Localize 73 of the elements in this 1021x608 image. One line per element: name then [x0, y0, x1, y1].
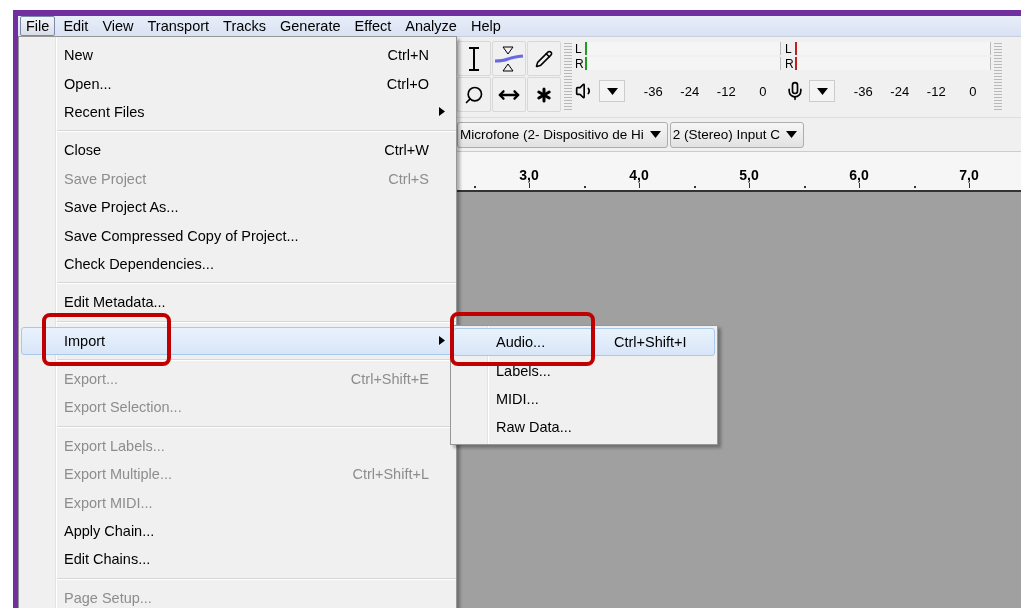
dropdown-arrow-icon [816, 87, 828, 95]
dropdown-arrow-icon [786, 131, 798, 138]
meter-menu-button[interactable] [809, 80, 835, 102]
multi-tool-button[interactable] [527, 77, 561, 112]
menu-item[interactable]: Close Ctrl+W [21, 136, 454, 165]
ruler-tick [804, 186, 806, 188]
toolbar-grip[interactable] [994, 41, 1002, 111]
menu-title[interactable]: Help [464, 16, 507, 36]
menu-title[interactable]: Generate [274, 16, 347, 36]
text-cursor-icon [468, 46, 480, 71]
envelope-icon [494, 44, 524, 73]
menu-item[interactable]: Recent Files [21, 97, 454, 127]
menu-item[interactable]: Apply Chain... [21, 516, 454, 546]
menu-title[interactable]: Edit [57, 16, 95, 36]
selection-tool-button[interactable] [457, 41, 491, 76]
meter-scale-label: -12 [925, 83, 947, 99]
ruler-label: 3,0 [519, 167, 539, 183]
submenu-arrow-icon [439, 107, 445, 117]
menu-title[interactable]: Analyze [399, 16, 463, 36]
channel-label: R [575, 56, 585, 71]
menu-item[interactable]: Audio... Ctrl+Shift+I [453, 328, 715, 357]
time-shift-tool-button[interactable] [492, 77, 526, 112]
menu-title[interactable]: File [20, 16, 56, 36]
ruler-label: 7,0 [959, 167, 979, 183]
pencil-icon [535, 49, 553, 68]
menu-item[interactable]: Labels... [453, 356, 715, 385]
ruler-tick [694, 186, 696, 188]
ruler-tick [858, 183, 860, 188]
device-dropdown[interactable]: 2 (Stereo) Input C [669, 121, 805, 148]
menu-title[interactable]: View [96, 16, 140, 36]
menu-item[interactable]: Raw Data... [453, 413, 715, 442]
channel-label: L [785, 41, 793, 56]
toolbar-grip[interactable] [564, 41, 572, 111]
zoom-tool-button[interactable] [457, 77, 491, 112]
menu-item[interactable]: Edit Chains... [21, 545, 454, 574]
meter-scale-label: -24 [679, 83, 701, 99]
meter-scale-label: -12 [715, 83, 737, 99]
channel-label: R [785, 56, 795, 71]
ruler-tick [474, 186, 476, 188]
menu-title[interactable]: Tracks [217, 16, 273, 36]
meter-scale-label: -36 [852, 83, 874, 99]
dropdown-arrow-icon [606, 87, 618, 95]
meter-scale-label: 0 [968, 83, 978, 99]
ruler-tick [528, 183, 530, 188]
submenu-arrow-icon [439, 336, 445, 346]
menu-title[interactable]: Transport [141, 16, 216, 36]
menu-item[interactable]: MIDI... [453, 384, 715, 414]
ruler-tick [638, 183, 640, 188]
microphone-icon [785, 81, 805, 101]
search-icon [464, 84, 484, 105]
dropdown-arrow-icon [649, 131, 661, 138]
meter-menu-button[interactable] [599, 80, 625, 102]
menu-item[interactable]: Save Compressed Copy of Project... [21, 221, 454, 250]
ruler-label: 6,0 [849, 167, 869, 183]
ruler-tick [584, 186, 586, 188]
menu-item[interactable]: Save Project As... [21, 192, 454, 222]
menu-item[interactable]: Open... Ctrl+O [21, 69, 454, 98]
menu-item[interactable]: New Ctrl+N [21, 41, 454, 70]
draw-tool-button[interactable] [527, 41, 561, 76]
meter-scale-label: -24 [889, 83, 911, 99]
envelope-tool-button[interactable] [492, 41, 526, 76]
device-dropdown[interactable]: Microfone (2- Dispositivo de Hi [457, 121, 668, 148]
menu-item[interactable]: Edit Metadata... [21, 288, 454, 317]
ruler-label: 5,0 [739, 167, 759, 183]
ruler-tick [748, 183, 750, 188]
meter-scale-label: -36 [642, 83, 664, 99]
ruler-label: 4,0 [629, 167, 649, 183]
menu-item[interactable]: Check Dependencies... [21, 249, 454, 279]
meter-scale-label: 0 [758, 83, 768, 99]
ruler-tick [914, 186, 916, 188]
ruler-tick [968, 183, 970, 188]
menu-title[interactable]: Effect [348, 16, 398, 36]
channel-label: L [575, 41, 583, 56]
